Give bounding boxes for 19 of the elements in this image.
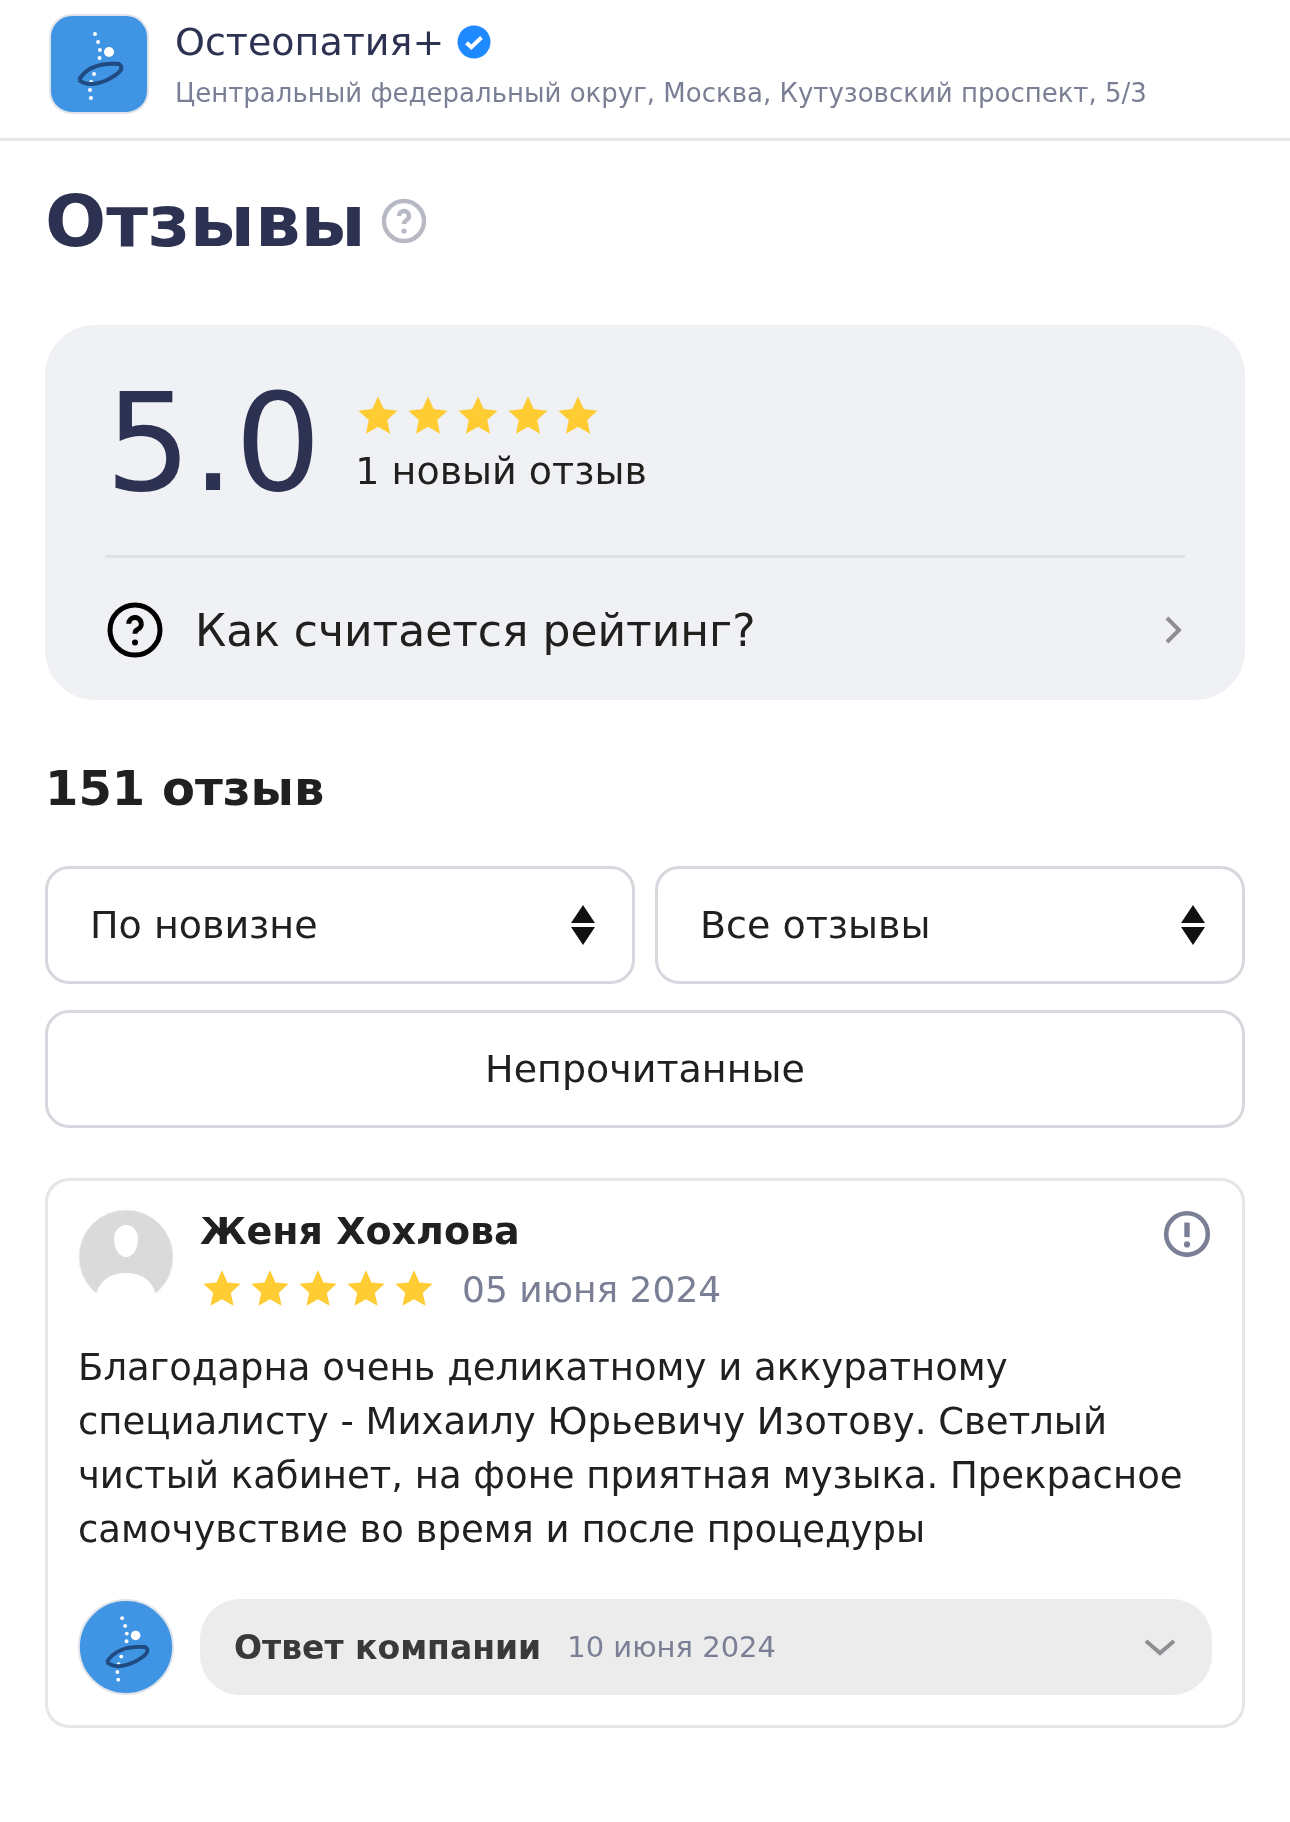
avatar-icon bbox=[78, 1209, 174, 1305]
company-reply-toggle[interactable]: Ответ компании 10 июня 2024 bbox=[200, 1599, 1212, 1695]
page-heading: Отзывы bbox=[45, 179, 366, 263]
review-text: Благодарна очень деликатному и аккуратному специалисту - Михаилу Юрьевичу Изотову. Светлый чистый кабинет, на фоне приятная музыка. Прекрасное самочувствие во время и после процедуры bbox=[78, 1345, 1184, 1553]
sort-arrows-icon bbox=[570, 903, 596, 947]
rating-value: 5.0 bbox=[105, 375, 322, 511]
new-reviews-count: 1 новый отзыв bbox=[355, 449, 647, 493]
sort-select[interactable]: Все отзывы bbox=[655, 866, 1245, 984]
question-icon bbox=[105, 600, 165, 660]
company-address: Центральный федеральный округ, Москва, Кутузовский проспект, 5/3 bbox=[175, 78, 1147, 108]
reviewer-name: Женя Хохлова bbox=[200, 1209, 521, 1253]
review-count: 151 отзыв bbox=[45, 760, 326, 816]
rating-info-link[interactable]: Как считается рейтинг? bbox=[105, 558, 1185, 660]
sort-arrows-icon bbox=[1180, 903, 1206, 947]
review-date: 05 июня 2024 bbox=[462, 1268, 722, 1310]
report-icon[interactable] bbox=[1162, 1209, 1212, 1259]
sort-select[interactable]: По новизне bbox=[45, 866, 635, 984]
unread-button[interactable]: Непрочитанные bbox=[45, 1010, 1245, 1128]
company-name: Остеопатия+ bbox=[175, 20, 445, 64]
